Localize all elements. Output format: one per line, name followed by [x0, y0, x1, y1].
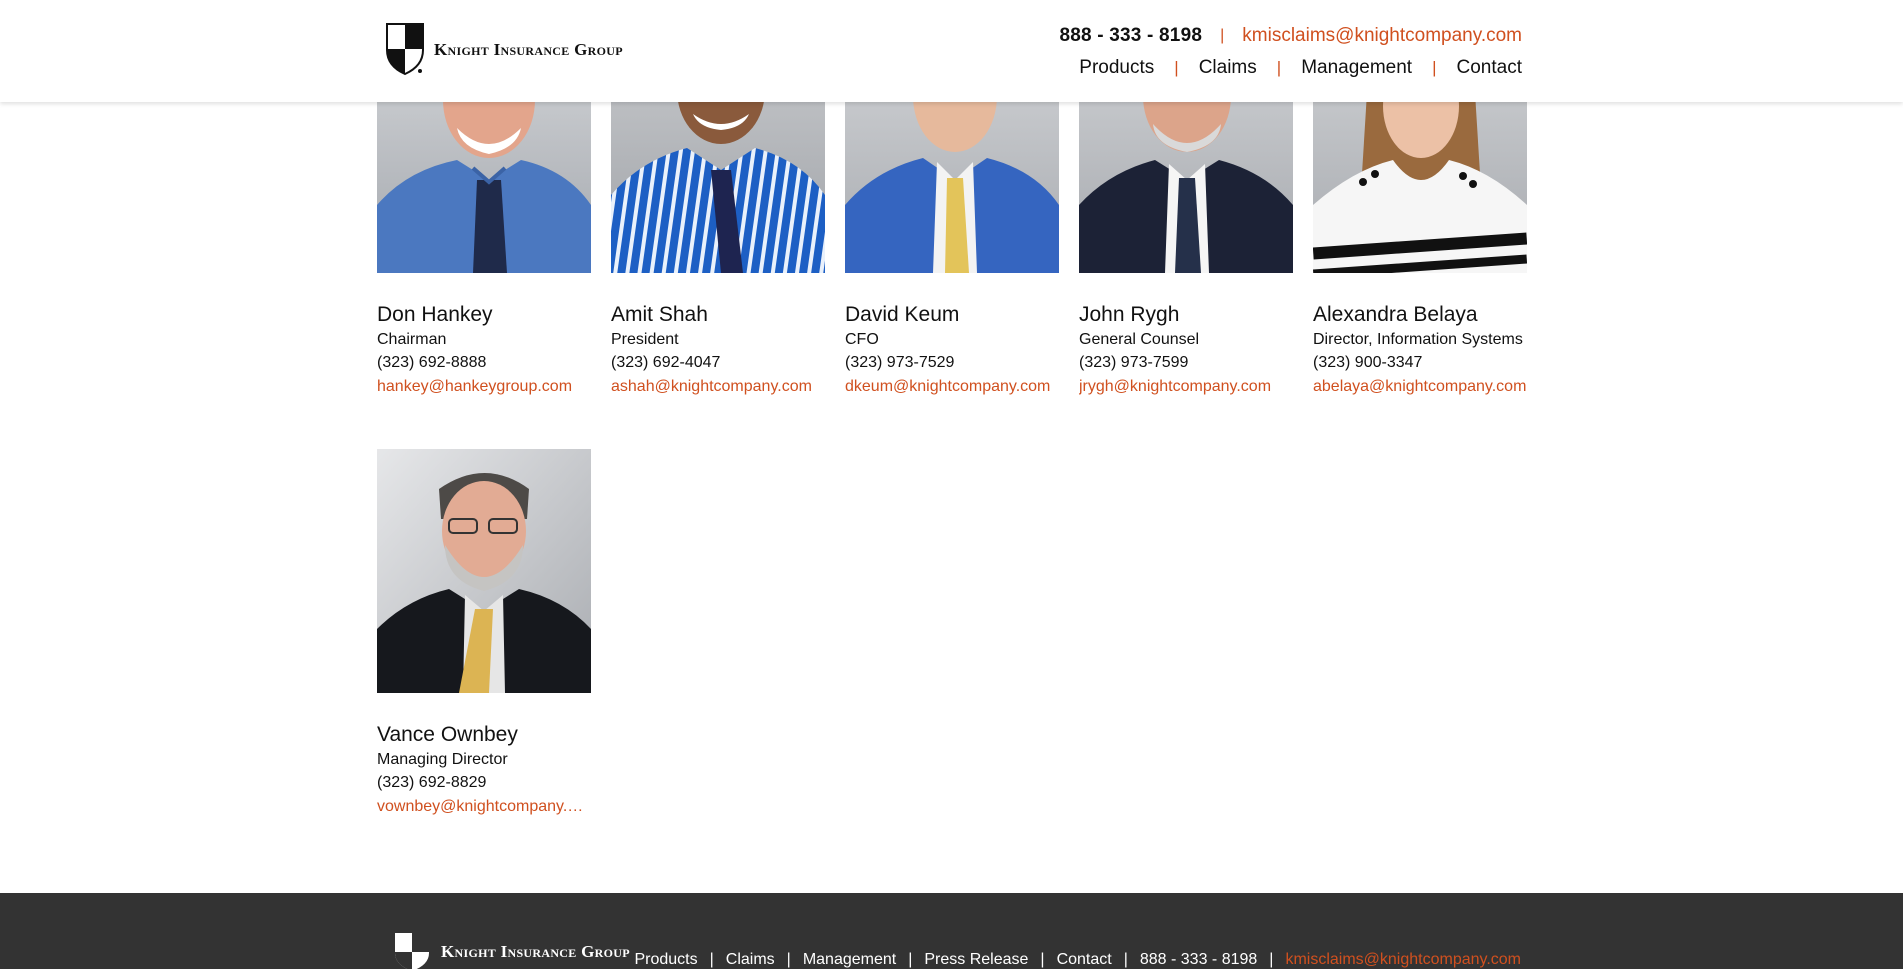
member-title: President: [611, 331, 679, 348]
nav-contact[interactable]: Contact: [1457, 57, 1522, 79]
member-title: Chairman: [377, 331, 447, 348]
site-header: Knight Insurance Group 888 - 333 - 8198 …: [0, 0, 1903, 102]
team-card: Amit Shah President (323) 692-4047 ashah…: [611, 303, 825, 399]
member-name: John Rygh: [1079, 303, 1180, 326]
header-email-link[interactable]: kmisclaims@knightcompany.com: [1242, 25, 1522, 47]
team-card: John Rygh General Counsel (323) 973-7599…: [1079, 303, 1293, 399]
member-phone[interactable]: (323) 692-8888: [377, 351, 591, 375]
divider: |: [1276, 58, 1282, 77]
member-phone[interactable]: (323) 973-7529: [845, 351, 1059, 375]
header-contact: 888 - 333 - 8198 | kmisclaims@knightcomp…: [1059, 25, 1522, 47]
footer-nav-press-release[interactable]: Press Release: [924, 951, 1028, 969]
member-phone[interactable]: (323) 692-4047: [611, 351, 825, 375]
team-card: Alexandra Belaya Director, Information S…: [1313, 303, 1527, 399]
member-phone[interactable]: (323) 900-3347: [1313, 351, 1527, 375]
divider: |: [1220, 27, 1225, 44]
nav-claims[interactable]: Claims: [1199, 57, 1257, 79]
member-phone[interactable]: (323) 692-8829: [377, 771, 591, 795]
header-phone[interactable]: 888 - 333 - 8198: [1059, 25, 1202, 47]
footer-nav-contact[interactable]: Contact: [1057, 951, 1112, 969]
logo-text: Knight Insurance Group: [434, 40, 623, 59]
portrait-image: [377, 449, 591, 693]
footer-email-link[interactable]: kmisclaims@knightcompany.com: [1285, 951, 1521, 969]
divider: |: [1269, 951, 1274, 968]
team-card: David Keum CFO (323) 973-7529 dkeum@knig…: [845, 303, 1059, 399]
member-name: Vance Ownbey: [377, 723, 518, 746]
member-name: Alexandra Belaya: [1313, 303, 1478, 326]
member-title: General Counsel: [1079, 331, 1200, 348]
divider: |: [709, 951, 714, 968]
member-name: Don Hankey: [377, 303, 493, 326]
site-logo[interactable]: Knight Insurance Group: [385, 22, 623, 76]
divider: |: [786, 951, 791, 968]
member-title: Managing Director: [377, 751, 508, 768]
member-email-link[interactable]: abelaya@knightcompany.com: [1313, 375, 1527, 399]
footer-nav-products[interactable]: Products: [634, 951, 697, 969]
site-footer: Knight Insurance Group Products | Claims…: [0, 893, 1903, 969]
member-email-link[interactable]: hankey@hankeygroup.com: [377, 375, 591, 399]
team-card: Don Hankey Chairman (323) 692-8888 hanke…: [377, 303, 591, 399]
member-email-link[interactable]: dkeum@knightcompany.com: [845, 375, 1059, 399]
divider: |: [1040, 951, 1045, 968]
member-email-link[interactable]: jrygh@knightcompany.com: [1079, 375, 1293, 399]
footer-nav-claims[interactable]: Claims: [726, 951, 775, 969]
member-email-link[interactable]: vownbey@knightcompany.com: [377, 795, 587, 819]
footer-logo-text: Knight Insurance Group: [441, 942, 630, 961]
footer-nav: Products | Claims | Management | Press R…: [634, 951, 1521, 969]
divider: |: [1432, 58, 1437, 77]
member-email-link[interactable]: ashah@knightcompany.com: [611, 375, 825, 399]
main-nav: Products | Claims | Management | Contact: [1079, 57, 1522, 79]
shield-logo-icon: [386, 23, 424, 76]
photo-vance-ownbey: [377, 449, 591, 693]
team-card: Vance Ownbey Managing Director (323) 692…: [377, 723, 591, 819]
footer-phone[interactable]: 888 - 333 - 8198: [1140, 951, 1257, 969]
footer-logo[interactable]: Knight Insurance Group: [393, 931, 630, 969]
divider: |: [908, 951, 913, 968]
shield-logo-icon: [395, 933, 429, 969]
footer-nav-management[interactable]: Management: [803, 951, 896, 969]
divider: |: [1174, 58, 1179, 77]
divider: |: [1123, 951, 1128, 968]
nav-management[interactable]: Management: [1301, 57, 1412, 79]
member-title: CFO: [845, 331, 879, 348]
member-phone[interactable]: (323) 973-7599: [1079, 351, 1293, 375]
nav-products[interactable]: Products: [1079, 57, 1154, 79]
member-name: Amit Shah: [611, 303, 708, 326]
member-title: Director, Information Systems: [1313, 331, 1523, 348]
member-name: David Keum: [845, 303, 960, 326]
